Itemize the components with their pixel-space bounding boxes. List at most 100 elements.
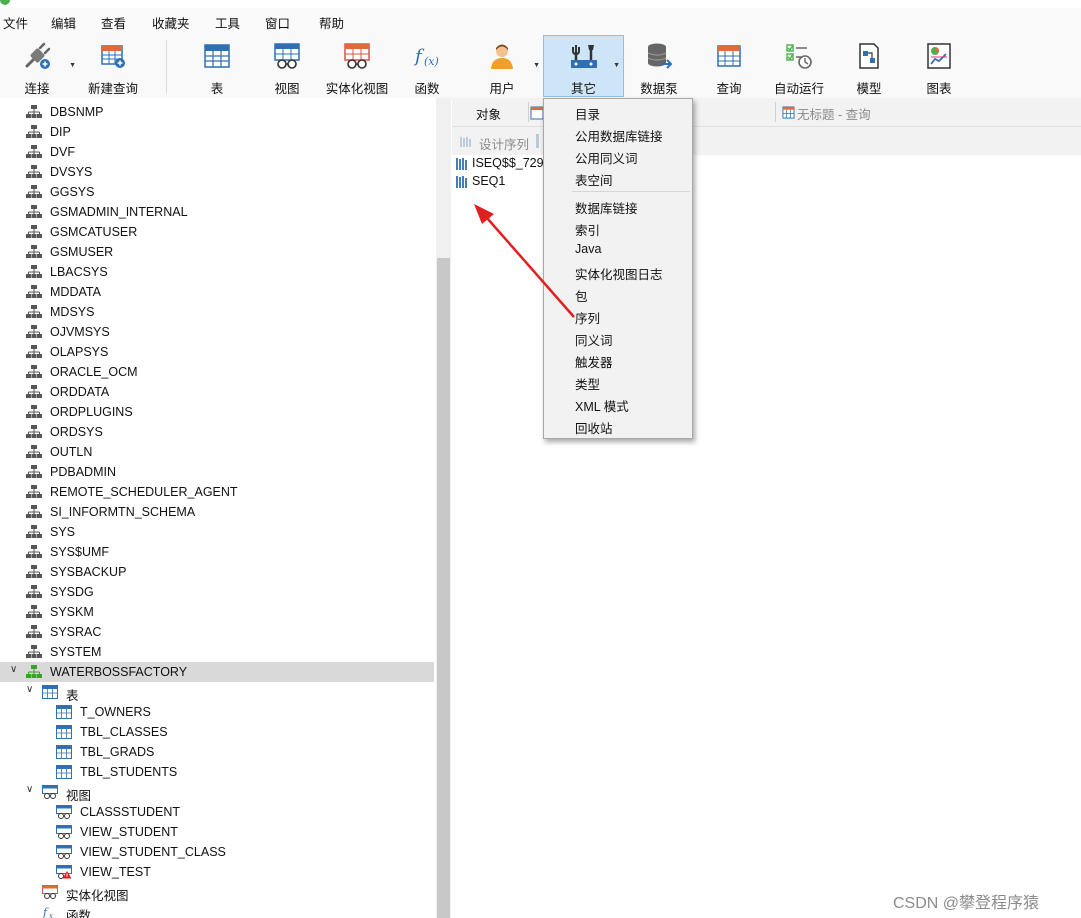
menu-item-directory[interactable]: 目录 [575,104,600,123]
tree-item-schema[interactable]: OUTLN [0,442,434,462]
tree-item-label: DBSNMP [50,105,104,119]
design-sequence-button[interactable]: 设计序列 [479,134,529,153]
tree-item-schema[interactable]: GSMUSER [0,242,434,262]
tree-item-view[interactable]: VIEW_TEST [0,862,434,882]
tree-item-schema[interactable]: ORDDATA [0,382,434,402]
tree-item-label: SYSTEM [50,645,102,659]
materialized-view-button[interactable]: 实体化视图 [324,36,390,96]
toolbar-separator [166,40,167,94]
user-dropdown-icon[interactable]: ▼ [533,62,540,69]
expand-chevron-icon[interactable]: ∨ [26,684,33,695]
tree-item-schema[interactable]: SYS [0,522,434,542]
table-button[interactable]: 表 [192,36,242,96]
tree-item-schema[interactable]: DBSNMP [0,102,434,122]
tab-objects[interactable]: 对象 [476,104,501,123]
tree-item-schema[interactable]: SYSKM [0,602,434,622]
chart-button[interactable]: 图表 [916,36,962,96]
tree-item-label: GGSYS [50,185,95,199]
view-button[interactable]: 视图 [262,36,312,96]
tree-item-schema[interactable]: PDBADMIN [0,462,434,482]
menu-tools[interactable]: 工具 [215,13,240,32]
tree-item-label: SYS$UMF [50,545,110,559]
menu-item-db-link[interactable]: 数据库链接 [575,198,638,217]
menu-item-package[interactable]: 包 [575,286,588,305]
tree-group-materialized-views[interactable]: 实体化视图 [0,882,434,903]
menu-file[interactable]: 文件 [3,13,28,32]
tree-item-table[interactable]: TBL_STUDENTS [0,762,434,782]
tree-item-schema[interactable]: SYSBACKUP [0,562,434,582]
function-button[interactable]: f (x) 函数 [404,36,450,96]
connect-button[interactable]: ▼ 连接 [12,36,76,96]
menu-item-public-db-link[interactable]: 公用数据库链接 [575,126,663,145]
menu-favorites[interactable]: 收藏夹 [152,13,190,32]
tree-item-schema[interactable]: SYSRAC [0,622,434,642]
menu-edit[interactable]: 编辑 [51,13,76,32]
tree-item-schema[interactable]: MDSYS [0,302,434,322]
model-button[interactable]: 模型 [846,36,892,96]
tree-item-schema[interactable]: SYSDG [0,582,434,602]
view-icon [56,805,72,819]
menu-item-java[interactable]: Java [575,242,601,256]
tree-item-schema[interactable]: MDDATA [0,282,434,302]
expand-chevron-icon[interactable]: ∨ [26,784,33,795]
expand-chevron-icon[interactable]: ∨ [10,664,17,675]
other-button[interactable]: ▼ 其它 [543,35,624,97]
menu-item-synonym[interactable]: 同义词 [575,330,613,349]
other-dropdown-icon[interactable]: ▼ [613,62,620,69]
watermark: CSDN @攀登程序猿 [893,895,1040,912]
menu-item-index[interactable]: 索引 [575,220,600,239]
menu-item-type[interactable]: 类型 [575,374,600,393]
tree-item-table[interactable]: TBL_CLASSES [0,722,434,742]
menu-item-tablespace[interactable]: 表空间 [575,170,613,189]
tree-item-view[interactable]: CLASSSTUDENT [0,802,434,822]
tree-item-schema[interactable]: GGSYS [0,182,434,202]
tree-item-view[interactable]: VIEW_STUDENT [0,822,434,842]
tree-item-table[interactable]: T_OWNERS [0,702,434,722]
tree-item-active-schema[interactable]: ∨ WATERBOSSFACTORY [0,662,434,682]
database-icon [647,43,673,69]
tree-scrollbar-thumb[interactable] [437,258,450,918]
menu-item-sequence[interactable]: 序列 [575,308,600,327]
menu-item-xml-schema[interactable]: XML 模式 [575,396,629,415]
tree-item-schema[interactable]: SYS$UMF [0,542,434,562]
tree-item-schema[interactable]: SYSTEM [0,642,434,662]
menu-view[interactable]: 查看 [101,13,126,32]
tree-item-schema[interactable]: SI_INFORMTN_SCHEMA [0,502,434,522]
tab-divider-2 [775,102,776,122]
view-icon [56,825,72,839]
user-button[interactable]: ▼ 用户 [478,36,540,96]
tree-item-schema[interactable]: OJVMSYS [0,322,434,342]
menu-item-materialized-view-log[interactable]: 实体化视图日志 [575,264,663,283]
tree-item-schema[interactable]: REMOTE_SCHEDULER_AGENT [0,482,434,502]
tree-item-schema[interactable]: OLAPSYS [0,342,434,362]
menu-item-public-synonym[interactable]: 公用同义词 [575,148,638,167]
query-button[interactable]: 查询 [706,36,752,96]
data-pump-button[interactable]: 数据泵 [636,36,682,96]
new-query-button[interactable]: 新建查询 [84,36,142,96]
tree-item-schema[interactable]: LBACSYS [0,262,434,282]
tree-item-schema[interactable]: GSMCATUSER [0,222,434,242]
connect-dropdown-icon[interactable]: ▼ [69,62,76,69]
tree-item-table[interactable]: TBL_GRADS [0,742,434,762]
menu-window[interactable]: 窗口 [265,13,290,32]
query-icon [717,45,741,67]
tree-group-functions[interactable]: f x 函数 [0,902,434,918]
tree-item-schema[interactable]: ORACLE_OCM [0,362,434,382]
tree-item-view[interactable]: VIEW_STUDENT_CLASS [0,842,434,862]
tree-item-label: SYSBACKUP [50,565,127,579]
menu-help[interactable]: 帮助 [319,13,344,32]
auto-run-button[interactable]: 自动运行 [772,36,826,96]
tree-group-views[interactable]: ∨ 视图 [0,782,434,803]
tree-group-tables[interactable]: ∨ 表 [0,682,434,703]
menu-item-recycle-bin[interactable]: 回收站 [575,418,613,437]
menu-item-trigger[interactable]: 触发器 [575,352,613,371]
tree-item-schema[interactable]: ORDPLUGINS [0,402,434,422]
tree-item-schema[interactable]: DVF [0,142,434,162]
schema-icon [26,245,42,259]
other-label: 其它 [570,82,596,96]
tree-item-schema[interactable]: GSMADMIN_INTERNAL [0,202,434,222]
tree-item-schema[interactable]: DVSYS [0,162,434,182]
tree-item-schema[interactable]: DIP [0,122,434,142]
tab-untitled-query[interactable]: 无标题 - 查询 [797,104,871,123]
tree-item-schema[interactable]: ORDSYS [0,422,434,442]
